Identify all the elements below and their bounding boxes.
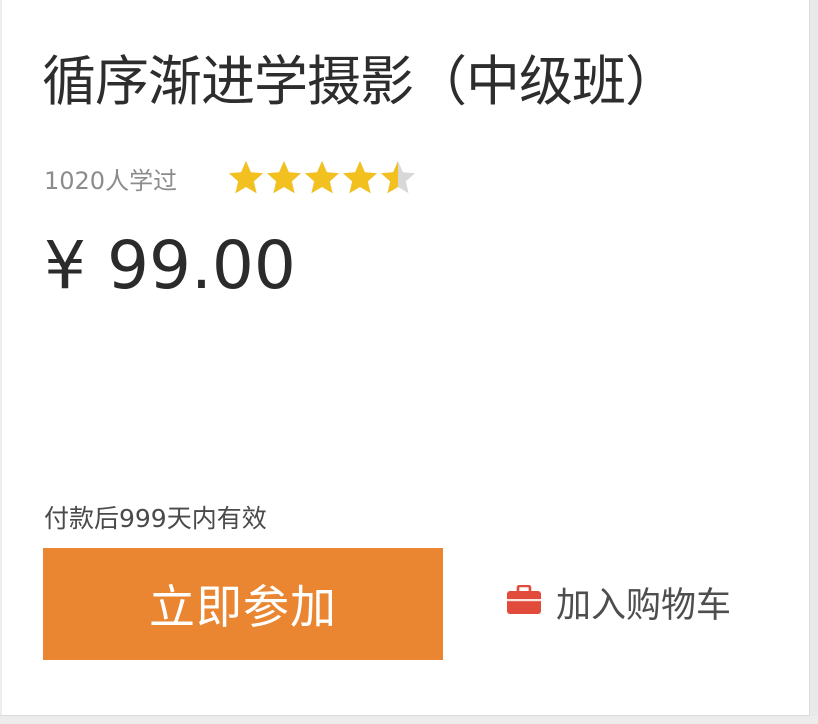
- briefcase-icon: [506, 584, 542, 619]
- star-icon: [303, 159, 341, 197]
- validity-note: 付款后999天内有效: [44, 504, 267, 533]
- star-icon: [265, 159, 303, 197]
- star-icon: [379, 159, 417, 197]
- course-card: 循序渐进学摄影（中级班） 1020人学过 ¥ 99.00 付款后999天内有效 …: [0, 0, 810, 716]
- learner-count: 1020人学过: [44, 166, 178, 195]
- add-to-cart-link[interactable]: 加入购物车: [506, 576, 731, 628]
- course-title: 循序渐进学摄影（中级班）: [42, 50, 679, 113]
- star-icon: [341, 159, 379, 197]
- card-edge: [0, 0, 2, 715]
- page-bottom-strip: [0, 716, 818, 724]
- rating-stars: [227, 159, 417, 197]
- star-icon: [227, 159, 265, 197]
- course-price: ¥ 99.00: [44, 227, 296, 304]
- course-meta: 1020人学过: [44, 156, 417, 200]
- join-now-button[interactable]: 立即参加: [43, 548, 443, 660]
- add-to-cart-label: 加入购物车: [556, 585, 732, 626]
